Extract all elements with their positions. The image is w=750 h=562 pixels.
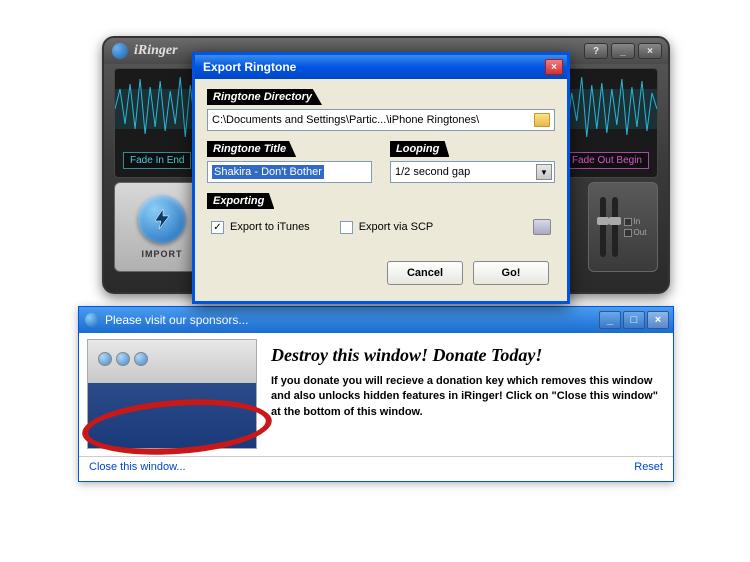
fade-out-marker[interactable]: Fade Out Begin <box>565 152 649 169</box>
directory-input[interactable]: C:\Documents and Settings\Partic...\iPho… <box>207 109 555 131</box>
sponsor-title: Please visit our sponsors... <box>105 313 248 327</box>
title-value: Shakira - Don't Bother <box>212 165 324 179</box>
export-itunes-row: ✓ Export to iTunes <box>211 221 310 234</box>
sponsor-window: Please visit our sponsors... _ □ × Destr… <box>78 306 674 482</box>
export-itunes-checkbox[interactable]: ✓ <box>211 221 224 234</box>
directory-group: Ringtone Directory C:\Documents and Sett… <box>207 89 555 131</box>
title-input[interactable]: Shakira - Don't Bother <box>207 161 372 183</box>
reset-link[interactable]: Reset <box>634 461 663 473</box>
control-icon-1 <box>98 352 112 366</box>
app-logo-icon <box>112 43 128 59</box>
looping-label: Looping <box>390 141 449 157</box>
minimize-button[interactable]: _ <box>611 43 635 59</box>
folder-icon[interactable] <box>534 113 550 127</box>
in-checkbox[interactable] <box>624 218 632 226</box>
in-label: In <box>634 217 641 226</box>
control-icon-2 <box>116 352 130 366</box>
sponsor-footer: Close this window... Reset <box>79 457 673 477</box>
exporting-label: Exporting <box>207 193 274 209</box>
sponsor-body: Destroy this window! Donate Today! If yo… <box>79 333 673 457</box>
in-out-toggles: In Out <box>624 217 647 237</box>
looping-select[interactable]: 1/2 second gap ▼ <box>390 161 555 183</box>
app-title: iRinger <box>134 43 178 59</box>
directory-label: Ringtone Directory <box>207 89 322 105</box>
sponsor-headline: Destroy this window! Donate Today! <box>271 345 661 366</box>
dialog-button-row: Cancel Go! <box>207 251 555 291</box>
sponsor-minimize-button[interactable]: _ <box>599 311 621 329</box>
slider-2[interactable] <box>612 197 618 257</box>
sponsor-maximize-button[interactable]: □ <box>623 311 645 329</box>
sponsor-graphic <box>87 339 257 449</box>
looping-group: Looping 1/2 second gap ▼ <box>390 141 555 183</box>
sponsor-titlebar[interactable]: Please visit our sponsors... _ □ × <box>79 307 673 333</box>
main-window-buttons: ? _ × <box>584 43 662 59</box>
sponsor-close-button[interactable]: × <box>647 311 669 329</box>
sponsor-logo-icon <box>85 313 99 327</box>
close-window-link[interactable]: Close this window... <box>89 461 186 473</box>
export-scp-label: Export via SCP <box>359 221 434 233</box>
chevron-down-icon[interactable]: ▼ <box>536 164 552 180</box>
out-label: Out <box>634 228 647 237</box>
sponsor-text-block: Destroy this window! Donate Today! If yo… <box>267 339 665 450</box>
export-ringtone-dialog: Export Ringtone × Ringtone Directory C:\… <box>192 52 570 304</box>
directory-value: C:\Documents and Settings\Partic...\iPho… <box>212 114 530 126</box>
export-scp-row: Export via SCP <box>340 221 434 234</box>
title-label: Ringtone Title <box>207 141 296 157</box>
scp-settings-icon[interactable] <box>533 219 551 235</box>
control-icon-3 <box>134 352 148 366</box>
lightning-icon <box>138 195 186 243</box>
dialog-titlebar[interactable]: Export Ringtone × <box>195 55 567 79</box>
out-checkbox[interactable] <box>624 229 632 237</box>
export-itunes-label: Export to iTunes <box>230 221 310 233</box>
go-button[interactable]: Go! <box>473 261 549 285</box>
sponsor-description: If you donate you will recieve a donatio… <box>271 374 661 420</box>
fade-in-marker[interactable]: Fade In End <box>123 152 191 169</box>
red-highlight-oval <box>80 393 273 460</box>
dialog-close-button[interactable]: × <box>545 59 563 75</box>
export-scp-checkbox[interactable] <box>340 221 353 234</box>
export-options: ✓ Export to iTunes Export via SCP <box>207 213 555 241</box>
dialog-body: Ringtone Directory C:\Documents and Sett… <box>195 79 567 301</box>
slider-panel: In Out <box>588 182 658 272</box>
sponsor-window-buttons: _ □ × <box>599 311 669 329</box>
looping-value: 1/2 second gap <box>395 166 470 178</box>
dialog-title: Export Ringtone <box>203 60 296 74</box>
title-group: Ringtone Title Shakira - Don't Bother <box>207 141 372 183</box>
help-button[interactable]: ? <box>584 43 608 59</box>
exporting-group: Exporting ✓ Export to iTunes Export via … <box>207 193 555 241</box>
sponsor-control-icons <box>98 352 148 366</box>
cancel-button[interactable]: Cancel <box>387 261 463 285</box>
import-label: IMPORT <box>142 249 183 259</box>
slider-1[interactable] <box>600 197 606 257</box>
close-button[interactable]: × <box>638 43 662 59</box>
